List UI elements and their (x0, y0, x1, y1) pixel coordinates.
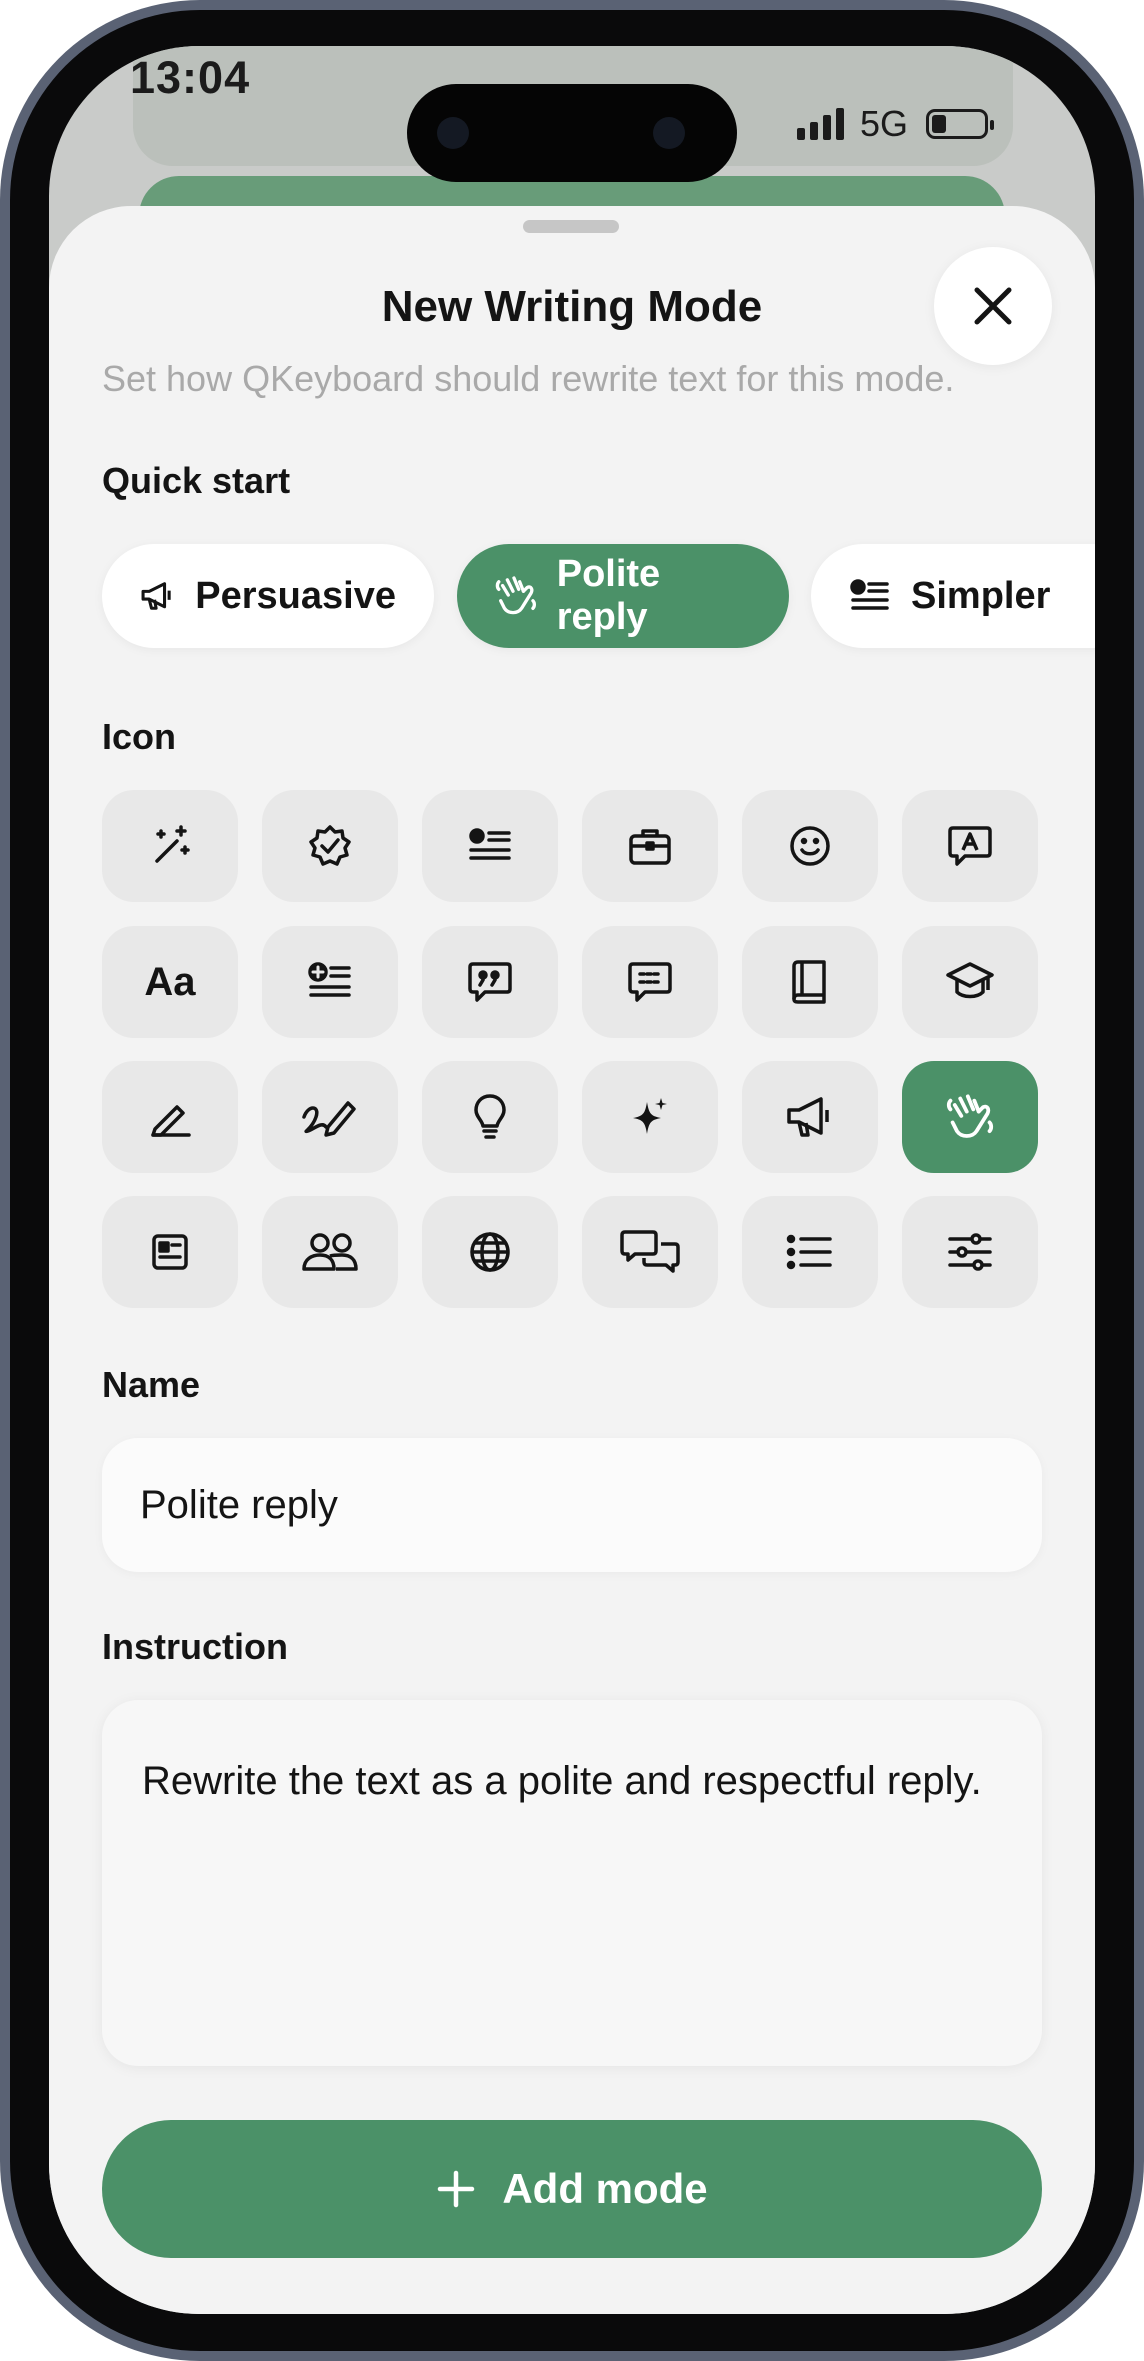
font-size-icon: Aa (144, 959, 196, 1004)
status-time: 13:04 (130, 52, 251, 103)
icon-option-briefcase[interactable] (582, 790, 718, 902)
waving-hand-icon (495, 576, 537, 615)
smiley-icon (790, 826, 830, 866)
icon-option-document[interactable] (102, 1196, 238, 1308)
magic-wand-icon (155, 825, 190, 863)
signature-icon (302, 1101, 356, 1137)
icon-option-sliders[interactable] (902, 1196, 1038, 1308)
message-bubble-icon (628, 962, 672, 1002)
sheet-subtitle: Set how QKeyboard should rewrite text fo… (102, 358, 955, 399)
icon-option-lightbulb[interactable] (422, 1061, 558, 1173)
close-icon (974, 287, 1012, 325)
icon-option-book[interactable] (742, 926, 878, 1038)
chip-label: Polite reply (556, 553, 661, 638)
icon-option-graduation-cap[interactable] (902, 926, 1038, 1038)
icon-option-chat-bubbles[interactable] (582, 1196, 718, 1308)
megaphone-icon (141, 582, 171, 610)
quick-start-label: Quick start (102, 460, 291, 501)
icon-option-sparkle[interactable] (582, 1061, 718, 1173)
document-icon (152, 1234, 188, 1270)
icon-option-smiley[interactable] (742, 790, 878, 902)
icon-option-add-text[interactable] (262, 926, 398, 1038)
megaphone-icon (787, 1097, 829, 1137)
lightbulb-icon (474, 1094, 506, 1139)
waving-hand-icon (946, 1094, 994, 1138)
instruction-value: Rewrite the text as a polite and respect… (142, 1759, 982, 1803)
text-lines-icon (850, 579, 889, 610)
add-text-icon (308, 962, 351, 997)
status-indicators: 5G (797, 103, 995, 144)
verified-badge-icon (309, 825, 351, 866)
icon-option-magic-wand[interactable] (102, 790, 238, 902)
icon-option-quote-bubble[interactable] (422, 926, 558, 1038)
dynamic-island (407, 84, 737, 182)
text-lines-icon (469, 828, 511, 860)
chip-simpler[interactable]: Simpler (811, 544, 1095, 648)
icon-option-text-bubble[interactable] (902, 790, 1038, 902)
icon-option-globe[interactable] (422, 1196, 558, 1308)
instruction-label: Instruction (102, 1626, 288, 1667)
icon-option-font-size[interactable]: Aa (102, 926, 238, 1038)
plus-icon (438, 2170, 475, 2208)
icon-section-label: Icon (102, 716, 177, 757)
chip-polite-reply[interactable]: Polite reply (457, 544, 789, 648)
globe-icon (470, 1232, 510, 1272)
network-type: 5G (860, 103, 909, 144)
sparkle-icon (633, 1098, 667, 1134)
icon-option-text-lines[interactable] (422, 790, 558, 902)
chip-label: Simpler (911, 574, 1051, 617)
list-icon (786, 1234, 832, 1270)
battery-icon (926, 109, 995, 139)
graduation-cap-icon (946, 962, 994, 999)
book-icon (792, 960, 826, 1004)
sliders-icon (948, 1233, 992, 1271)
icon-option-people[interactable] (262, 1196, 398, 1308)
name-label: Name (102, 1364, 201, 1405)
close-button[interactable] (934, 247, 1052, 365)
name-value: Polite reply (140, 1482, 338, 1527)
icon-option-message-bubble[interactable] (582, 926, 718, 1038)
name-input[interactable]: Polite reply (102, 1438, 1042, 1572)
briefcase-icon (629, 829, 671, 865)
new-writing-mode-sheet: New Writing Mode Set how QKeyboard shoul… (49, 206, 1095, 2314)
chat-bubbles-icon (620, 1230, 680, 1273)
icon-option-waving-hand[interactable] (902, 1061, 1038, 1173)
instruction-textarea[interactable]: Rewrite the text as a polite and respect… (102, 1700, 1042, 2066)
people-icon (302, 1233, 358, 1271)
pencil-underline-icon (151, 1105, 191, 1137)
add-mode-label: Add mode (502, 2165, 708, 2212)
icon-option-verified-badge[interactable] (262, 790, 398, 902)
icon-option-signature[interactable] (262, 1061, 398, 1173)
icon-option-megaphone[interactable] (742, 1061, 878, 1173)
add-mode-button[interactable]: Add mode (102, 2120, 1042, 2258)
sheet-grabber[interactable] (523, 220, 619, 233)
quote-bubble-icon (468, 962, 512, 1002)
signal-icon (797, 108, 844, 140)
icon-option-list[interactable] (742, 1196, 878, 1308)
text-bubble-icon (948, 826, 992, 866)
chip-label: Persuasive (195, 574, 396, 617)
icon-option-pencil-underline[interactable] (102, 1061, 238, 1173)
chip-persuasive[interactable]: Persuasive (102, 544, 434, 648)
